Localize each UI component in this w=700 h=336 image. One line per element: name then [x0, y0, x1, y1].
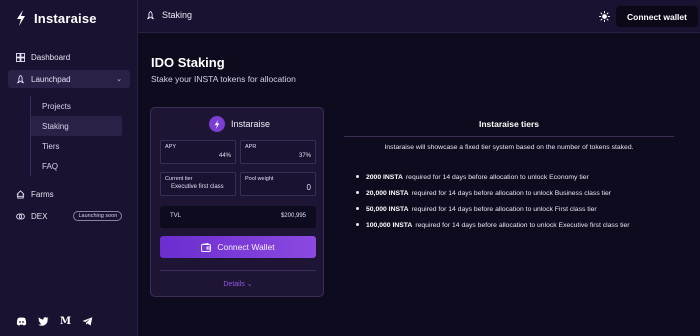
tier-amount: 2000 INSTA: [366, 173, 403, 181]
details-toggle[interactable]: Details ⌄: [151, 280, 325, 288]
apr-label: APR: [245, 144, 257, 150]
sidebar-item-farms[interactable]: Farms: [8, 185, 130, 203]
lightning-logo-icon: [17, 10, 25, 26]
page-subtitle: Stake your INSTA tokens for allocation: [151, 74, 296, 84]
rocket-icon: [146, 10, 155, 19]
tier-item: 50,000 INSTA required for 14 days before …: [356, 201, 630, 217]
wallet-icon: [201, 242, 212, 252]
submenu-label: Staking: [42, 121, 69, 131]
pool-weight-box: Pool weight 0: [240, 172, 316, 196]
submenu-item-faq[interactable]: FAQ: [31, 156, 122, 176]
discord-icon[interactable]: [16, 316, 27, 327]
sidebar-item-dex[interactable]: DEX Launching soon: [8, 207, 130, 225]
current-tier-box: Current tier Executive first class: [160, 172, 236, 196]
tiers-panel-divider: [344, 136, 674, 137]
brand[interactable]: Instaraise: [14, 9, 97, 27]
tier-item: 20,000 INSTA required for 14 days before …: [356, 185, 630, 201]
apy-box: APY 44%: [160, 140, 236, 164]
breadcrumb-label: Staking: [162, 10, 193, 20]
social-links: M: [16, 316, 93, 327]
breadcrumb: Staking: [146, 10, 192, 20]
tvl-row: TVL $200,995: [160, 206, 316, 228]
theme-toggle-sun-icon[interactable]: [599, 11, 610, 22]
submenu-item-tiers[interactable]: Tiers: [31, 136, 122, 156]
card-connect-wallet-label: Connect Wallet: [217, 242, 275, 252]
card-title: Instaraise: [231, 119, 271, 129]
submenu-label: Projects: [42, 101, 71, 111]
sidebar-item-label: Farms: [31, 189, 54, 199]
submenu-item-projects[interactable]: Projects: [31, 96, 122, 116]
details-label: Details: [223, 281, 245, 288]
submenu-item-staking[interactable]: Staking: [31, 116, 122, 136]
tier-amount: 50,000 INSTA: [366, 205, 409, 213]
page-title: IDO Staking: [151, 55, 225, 70]
card-header: Instaraise: [209, 116, 270, 132]
submenu-label: FAQ: [42, 161, 59, 171]
chevron-down-icon: ⌄: [246, 281, 253, 288]
app: Instaraise Dashboard Launchpad ⌄ Project…: [0, 0, 700, 336]
tier-text: required for 14 days before allocation t…: [411, 189, 612, 197]
apy-value: 44%: [218, 153, 231, 159]
tier-amount: 20,000 INSTA: [366, 189, 409, 197]
chevron-down-icon: ⌄: [116, 76, 122, 83]
sidebar-item-launchpad[interactable]: Launchpad ⌄: [8, 70, 130, 88]
staking-card: Instaraise APY 44% APR 37% Current tier …: [150, 107, 324, 297]
pool-weight-value: 0: [306, 183, 311, 192]
connect-wallet-button[interactable]: Connect wallet: [616, 6, 698, 27]
launchpad-submenu: Projects Staking Tiers FAQ: [30, 96, 122, 176]
topbar: Staking Connect wallet: [138, 0, 700, 33]
grid-icon: [16, 52, 25, 62]
card-connect-wallet-button[interactable]: Connect Wallet: [160, 236, 316, 258]
sidebar-item-label: DEX: [31, 211, 48, 221]
submenu-label: Tiers: [42, 141, 60, 151]
tiers-panel-title: Instaraise tiers: [478, 119, 539, 129]
apr-value: 37%: [298, 153, 311, 159]
tier-item: 2000 INSTA required for 14 days before al…: [356, 169, 630, 185]
current-tier-label: Current tier: [165, 176, 193, 182]
tvl-label: TVL: [170, 213, 182, 219]
tier-amount: 100,000 INSTA: [366, 221, 413, 229]
apy-label: APY: [165, 144, 177, 150]
rocket-icon: [16, 74, 25, 83]
sidebar-item-dashboard[interactable]: Dashboard: [8, 48, 130, 66]
sidebar: Instaraise Dashboard Launchpad ⌄ Project…: [0, 0, 138, 336]
tiers-list: 2000 INSTA required for 14 days before al…: [356, 169, 630, 233]
launching-soon-badge: Launching soon: [73, 211, 123, 221]
twitter-icon[interactable]: [38, 316, 49, 327]
tier-text: required for 14 days before allocation t…: [415, 221, 630, 229]
apr-box: APR 37%: [240, 140, 316, 164]
card-divider: [160, 270, 316, 271]
tier-text: required for 14 days before allocation t…: [411, 205, 597, 213]
sidebar-item-label: Dashboard: [31, 52, 71, 62]
instaraise-logo-icon: [209, 116, 225, 132]
tier-item: 100,000 INSTA required for 14 days before…: [356, 217, 630, 233]
exchange-icon: [16, 213, 25, 219]
telegram-icon[interactable]: [82, 316, 93, 327]
tvl-value: $200,995: [280, 213, 306, 219]
medium-icon[interactable]: M: [60, 316, 71, 327]
pool-weight-label: Pool weight: [245, 176, 274, 182]
current-tier-value: Executive first class: [171, 184, 224, 190]
farm-icon: [16, 189, 25, 199]
tiers-description: Instaraise will showcase a fixed tier sy…: [384, 144, 634, 151]
brand-name: Instaraise: [34, 10, 97, 26]
sidebar-item-label: Launchpad: [31, 74, 71, 84]
tier-text: required for 14 days before allocation t…: [405, 173, 589, 181]
